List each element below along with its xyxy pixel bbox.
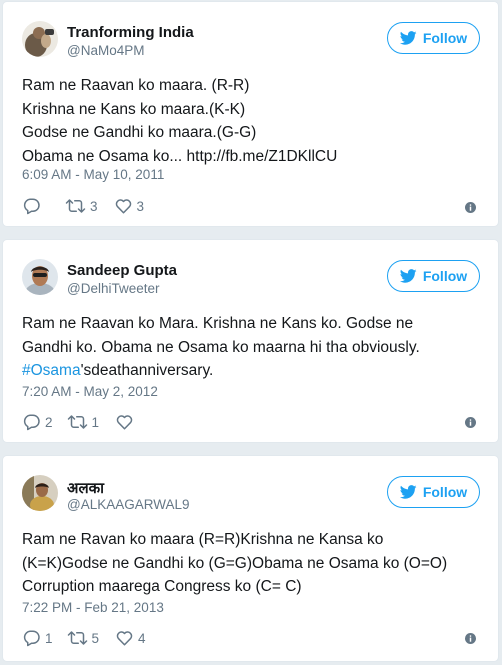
tweet-card[interactable]: अलका @ALKAAGARWAL9 Follow Ram ne Ravan k…: [2, 455, 499, 662]
info-icon[interactable]: [465, 202, 476, 213]
retweet-count: 1: [91, 414, 100, 430]
tweet-timestamp[interactable]: 7:22 PM - Feb 21, 2013: [22, 600, 164, 615]
retweet-count: 3: [90, 198, 98, 214]
like-button[interactable]: 4: [115, 629, 146, 647]
tweet-timestamp[interactable]: 6:09 AM - May 10, 2011: [22, 167, 164, 182]
tweet-text-line: Godse ne Gandhi ko maara.(G-G): [22, 124, 257, 141]
reply-icon: [23, 414, 40, 431]
heart-icon: [116, 631, 133, 646]
avatar[interactable]: [22, 259, 58, 295]
reply-icon: [23, 630, 40, 647]
tweet-text-line: Corruption maarega Congress ko (C= C): [22, 578, 302, 595]
tweet-text-line: Ram ne Raavan ko Mara. Krishna ne Kans k…: [22, 315, 414, 332]
tweet-text-line: Ram ne Ravan ko maara (R=R)Krishna ne Ka…: [22, 531, 384, 548]
tweet-text-line: Ram ne Raavan ko maara. (R-R): [22, 77, 250, 94]
heart-icon: [115, 199, 131, 214]
retweet-count: 5: [91, 630, 100, 646]
tweet-actions: 1 5 4: [22, 628, 146, 648]
avatar-image: [22, 259, 58, 295]
tweet-link[interactable]: http://fb.me/Z1DKllCU: [187, 148, 338, 165]
follow-label: Follow: [422, 484, 468, 500]
follow-label: Follow: [422, 30, 468, 46]
author-name[interactable]: Sandeep Gupta: [67, 262, 177, 279]
retweet-button[interactable]: 1: [67, 413, 100, 431]
twitter-bird-icon: [399, 31, 417, 45]
retweet-button[interactable]: 5: [67, 629, 100, 647]
retweet-icon: [65, 199, 86, 213]
retweet-icon: [67, 631, 87, 645]
tweet-text-line: (K=K)Godse ne Gandhi ko (G=G)Obama ne Os…: [22, 554, 448, 572]
follow-button[interactable]: Follow: [387, 22, 480, 54]
tweet-timestamp[interactable]: 7:20 AM - May 2, 2012: [22, 384, 158, 399]
info-icon[interactable]: [465, 633, 476, 644]
reply-count: 2: [45, 414, 53, 430]
avatar[interactable]: [22, 475, 58, 511]
like-button[interactable]: 3: [114, 197, 145, 215]
like-count: 4: [138, 630, 146, 646]
author-name[interactable]: Tranforming India: [67, 24, 194, 41]
tweet-text-line: Obama ne Osama ko... http://fb.me/Z1DKll…: [22, 145, 487, 169]
heart-icon: [116, 415, 133, 430]
tweet-text-line: Gandhi ko. Obama ne Osama ko maarna hi t…: [22, 338, 420, 356]
reply-count: 1: [45, 630, 53, 646]
tweet-text-fragment: 'sdeathanniversary.: [80, 362, 214, 379]
avatar-image: [22, 21, 58, 57]
follow-button[interactable]: Follow: [387, 260, 480, 292]
like-count: 3: [136, 198, 145, 214]
twitter-bird-icon: [399, 269, 417, 283]
tweet-text: Ram ne Raavan ko Mara. Krishna ne Kans k…: [22, 312, 487, 383]
like-button[interactable]: [115, 413, 138, 431]
tweet-text-fragment: Obama ne Osama ko...: [22, 147, 187, 165]
tweet-actions: 2 1: [22, 412, 138, 432]
hashtag-link[interactable]: #Osama: [22, 362, 81, 379]
reply-button[interactable]: [22, 197, 45, 215]
tweet-actions: 3 3: [22, 196, 144, 216]
follow-button[interactable]: Follow: [387, 476, 480, 508]
reply-button[interactable]: 2: [22, 413, 53, 431]
author-handle[interactable]: @DelhiTweeter: [67, 281, 160, 296]
author-name[interactable]: अलका: [67, 478, 104, 498]
retweet-icon: [67, 415, 87, 429]
reply-icon: [23, 198, 40, 215]
reply-button[interactable]: 1: [22, 629, 53, 647]
avatar[interactable]: [22, 21, 58, 57]
tweet-card[interactable]: Tranforming India @NaMo4PM Follow Ram ne…: [2, 1, 499, 227]
twitter-bird-icon: [399, 485, 417, 499]
avatar-image: [22, 475, 58, 511]
author-handle[interactable]: @ALKAAGARWAL9: [67, 497, 190, 512]
retweet-button[interactable]: 3: [65, 197, 98, 215]
tweet-text-line: #Osama'sdeathanniversary.: [22, 359, 487, 383]
tweet-text: Ram ne Ravan ko maara (R=R)Krishna ne Ka…: [22, 528, 487, 599]
follow-label: Follow: [422, 268, 468, 284]
author-handle[interactable]: @NaMo4PM: [67, 43, 144, 58]
tweet-text: Ram ne Raavan ko maara. (R-R) Krishna ne…: [22, 74, 487, 168]
info-icon[interactable]: [465, 417, 476, 428]
tweet-text-line: Krishna ne Kans ko maara.(K-K): [22, 100, 246, 118]
tweet-card[interactable]: Sandeep Gupta @DelhiTweeter Follow Ram n…: [2, 239, 499, 443]
